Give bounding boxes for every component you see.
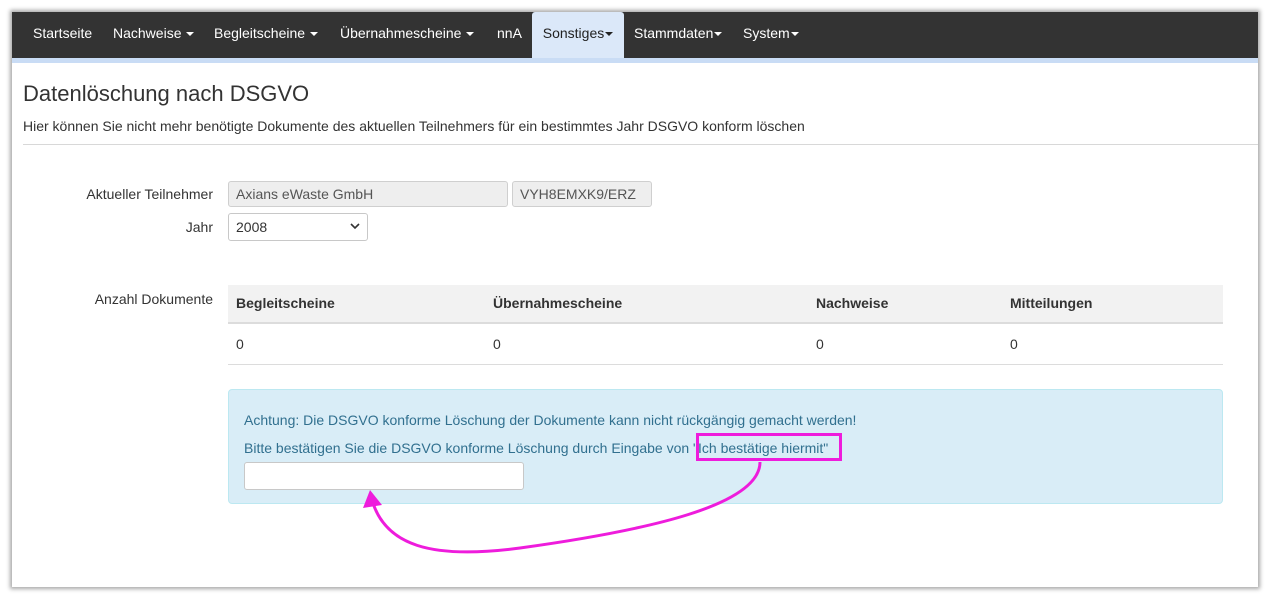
annotation-arrow-icon (363, 461, 762, 554)
